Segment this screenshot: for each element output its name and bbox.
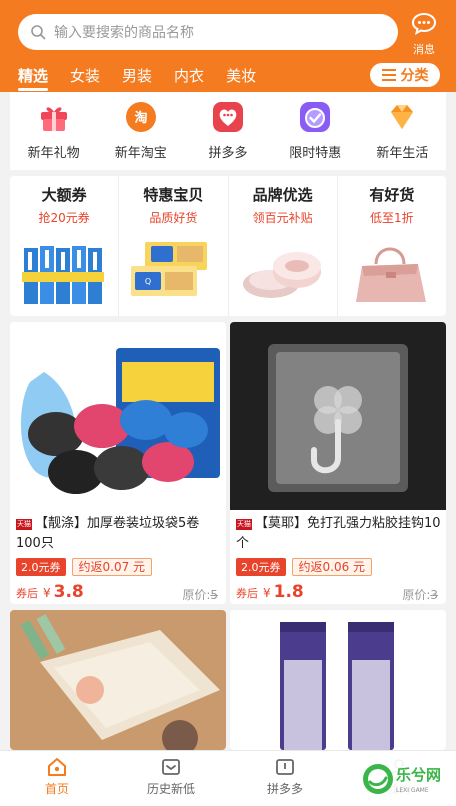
- adhesive-hook-image: [230, 322, 446, 510]
- product-badges: 2.0元券 约返0.07 元: [16, 558, 153, 576]
- site-watermark: 乐兮网 LEXI GAME: [358, 756, 454, 802]
- toothbrush-pack-image: [22, 246, 104, 304]
- history-icon: [162, 759, 180, 775]
- alarm-clock-icon: [298, 100, 332, 134]
- trash-bag-image: [10, 322, 226, 510]
- category-button[interactable]: 分类: [370, 63, 440, 87]
- watermark-logo: 乐兮网 LEXI GAME: [358, 758, 454, 800]
- product-card[interactable]: [230, 610, 446, 750]
- product-title-text: 【靓涤】加厚卷装垃圾袋5卷100只: [16, 516, 200, 551]
- nav-home[interactable]: 首页: [0, 751, 114, 806]
- pinduoduo-icon: [276, 759, 294, 775]
- entry-label: 新年生活: [376, 146, 429, 161]
- nav-pinduoduo[interactable]: 拼多多: [228, 751, 342, 806]
- promo-title: 大额券: [41, 186, 87, 204]
- price-value: 3.8: [53, 582, 84, 602]
- promo-brand-select[interactable]: 品牌优选 领百元补贴: [229, 176, 338, 316]
- original-price-label: 原价:: [402, 588, 431, 602]
- entry-label: 新年淘宝: [114, 146, 167, 161]
- chat-bubble-icon: [411, 12, 437, 35]
- search-bar[interactable]: 输入要搜索的商品名称: [18, 14, 398, 50]
- price-prefix: 券后: [16, 587, 38, 600]
- menu-icon: [381, 69, 396, 81]
- entry-new-year-gift[interactable]: 新年礼物: [10, 92, 97, 170]
- promo-subtitle: 品质好货: [149, 211, 198, 225]
- rebate-badge: 约返0.07 元: [71, 558, 153, 576]
- product-title: 天猫 【靓涤】加厚卷装垃圾袋5卷100只: [16, 514, 222, 554]
- tmall-badge: 天猫: [16, 519, 32, 530]
- promo-subtitle: 抢20元券: [38, 211, 90, 225]
- tab-underwear[interactable]: 内衣: [174, 65, 204, 86]
- nav-label: 首页: [44, 782, 69, 796]
- pink-handbag-image: [355, 247, 426, 302]
- search-placeholder: 输入要搜索的商品名称: [54, 25, 194, 41]
- tab-makeup[interactable]: 美妆: [226, 65, 256, 86]
- gift-icon: [37, 100, 71, 134]
- message-button[interactable]: 消息: [404, 12, 444, 57]
- promo-subtitle: 领百元补贴: [252, 211, 313, 225]
- original-price: 原价:3: [402, 586, 438, 603]
- pinduoduo-icon: [211, 100, 245, 134]
- tab-mens[interactable]: 男装: [122, 65, 152, 86]
- cosmetic-tube-image: [230, 610, 446, 750]
- entry-label: 拼多多: [208, 146, 248, 161]
- nav-label: 拼多多: [266, 782, 303, 796]
- currency-symbol: ¥: [263, 586, 271, 600]
- coupon-badge: 2.0元券: [16, 558, 66, 576]
- header-bar: 输入要搜索的商品名称 消息 精选 女装 男装 内衣 美妆 分类: [0, 0, 456, 92]
- entry-new-year-life[interactable]: 新年生活: [359, 92, 446, 170]
- search-icon: [31, 25, 46, 40]
- price-prefix: 券后: [236, 587, 258, 600]
- original-price-value: 3: [430, 588, 438, 602]
- nav-history-low[interactable]: 历史新低: [114, 751, 228, 806]
- watermark-text: 乐兮网: [396, 766, 441, 784]
- taobao-icon: 淘: [124, 100, 158, 134]
- product-card[interactable]: 天猫 【靓涤】加厚卷装垃圾袋5卷100只 2.0元券 约返0.07 元 券后 ¥ …: [10, 322, 226, 604]
- product-card[interactable]: 天猫 【莫耶】免打孔强力粘胶挂钩10个 2.0元券 约返0.06 元 券后 ¥ 1…: [230, 322, 446, 604]
- promo-title: 有好货: [369, 186, 415, 204]
- currency-symbol: ¥: [43, 586, 51, 600]
- product-price: 券后 ¥ 1.8: [236, 582, 304, 602]
- tmall-badge: 天猫: [236, 519, 252, 530]
- snack-box-image: Q: [131, 242, 208, 296]
- promo-title: 特惠宝贝: [143, 186, 204, 204]
- quick-entry-row: 新年礼物 淘 新年淘宝 拼多多 限时特惠 新年生活: [10, 92, 446, 170]
- original-price: 原价:5: [182, 586, 218, 603]
- original-price-label: 原价:: [182, 588, 211, 602]
- product-title-text: 【莫耶】免打孔强力粘胶挂钩10个: [236, 516, 441, 551]
- diamond-icon: [385, 100, 419, 134]
- svg-text:淘: 淘: [134, 110, 147, 126]
- price-value: 1.8: [273, 582, 304, 602]
- cushion-compact-image: [242, 252, 321, 298]
- home-icon: [48, 758, 66, 776]
- promo-row: 大额券 抢20元券 特惠宝贝 品质好货 Q 品牌优选 领百元补贴 有好货 低至1…: [10, 176, 446, 316]
- promo-special-deals[interactable]: 特惠宝贝 品质好货 Q: [119, 176, 229, 316]
- promo-good-stuff[interactable]: 有好货 低至1折: [338, 176, 446, 316]
- entry-label: 新年礼物: [27, 146, 80, 161]
- tab-womens[interactable]: 女装: [70, 65, 100, 86]
- product-card[interactable]: [10, 610, 226, 750]
- entry-flash-sale[interactable]: 限时特惠: [272, 92, 359, 170]
- product-title: 天猫 【莫耶】免打孔强力粘胶挂钩10个: [236, 514, 442, 554]
- svg-text:Q: Q: [145, 277, 151, 286]
- original-price-value: 5: [210, 588, 218, 602]
- category-label: 分类: [400, 68, 429, 84]
- tab-featured[interactable]: 精选: [18, 65, 49, 91]
- rebate-badge: 约返0.06 元: [291, 558, 373, 576]
- promo-subtitle: 低至1折: [370, 211, 414, 225]
- entry-pinduoduo[interactable]: 拼多多: [184, 92, 271, 170]
- product-price: 券后 ¥ 3.8: [16, 582, 84, 602]
- product-badges: 2.0元券 约返0.06 元: [236, 558, 373, 576]
- coupon-badge: 2.0元券: [236, 558, 286, 576]
- promo-big-coupon[interactable]: 大额券 抢20元券: [10, 176, 120, 316]
- entry-new-year-taobao[interactable]: 淘 新年淘宝: [97, 92, 184, 170]
- nav-label: 历史新低: [146, 782, 195, 796]
- watermark-subtext: LEXI GAME: [396, 787, 429, 794]
- message-label: 消息: [413, 43, 435, 56]
- gift-box-image: [10, 610, 226, 750]
- promo-title: 品牌优选: [252, 186, 313, 204]
- entry-label: 限时特惠: [289, 146, 342, 161]
